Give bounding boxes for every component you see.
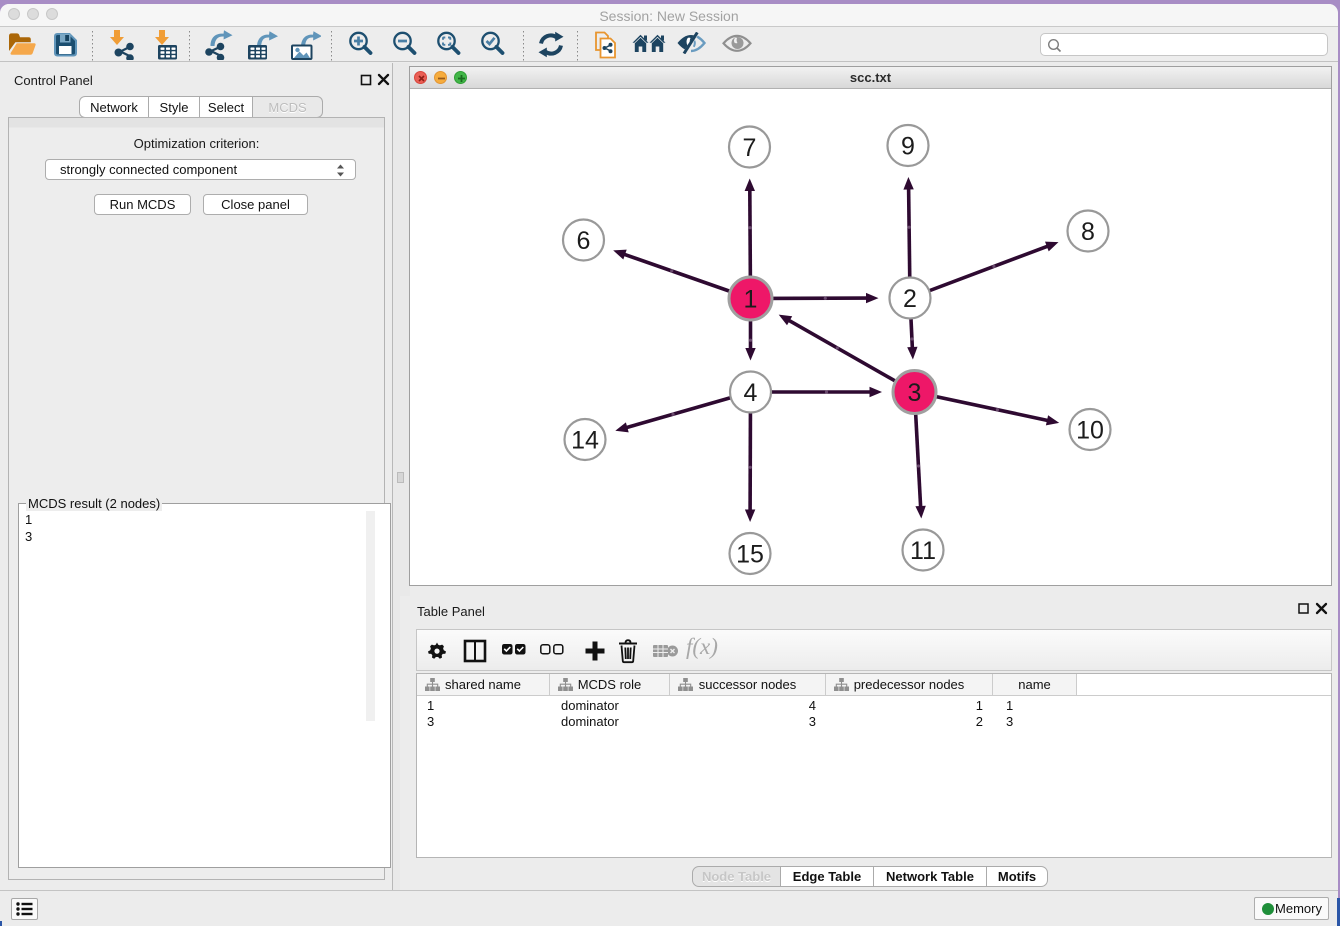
svg-text:9: 9 [901,133,915,161]
svg-text:14: 14 [571,427,599,455]
svg-text:11: 11 [910,537,936,565]
svg-text:6: 6 [577,227,591,255]
svg-text:7: 7 [743,134,757,162]
svg-text:3: 3 [908,379,922,407]
svg-text:2: 2 [903,285,917,313]
svg-text:8: 8 [1081,218,1095,246]
svg-text:10: 10 [1076,417,1104,445]
svg-text:1: 1 [744,286,758,314]
svg-text:15: 15 [736,541,764,569]
svg-text:4: 4 [744,379,758,407]
